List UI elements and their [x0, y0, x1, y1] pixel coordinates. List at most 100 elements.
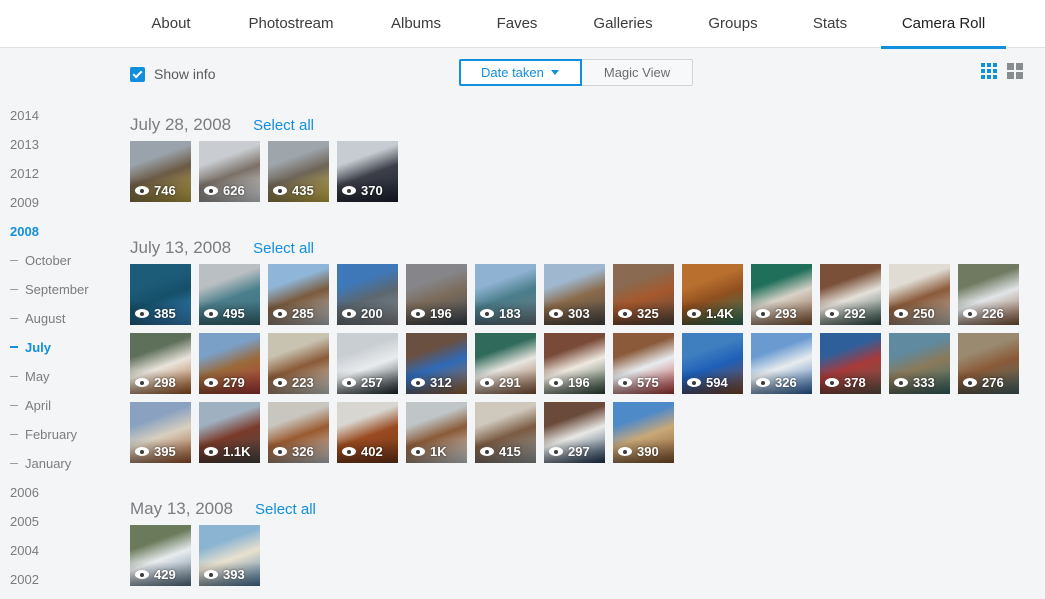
sidebar-year-2006[interactable]: 2006: [10, 483, 120, 512]
sidebar-item-label: 2009: [10, 195, 39, 210]
photo-thumbnail[interactable]: 298: [130, 333, 191, 394]
sidebar-year-2012[interactable]: 2012: [10, 164, 120, 193]
view-count: 325: [618, 306, 659, 321]
photo-thumbnail[interactable]: 303: [544, 264, 605, 325]
show-info-checkbox[interactable]: [130, 66, 145, 82]
large-grid-icon[interactable]: [1007, 63, 1023, 79]
view-count: 257: [342, 375, 383, 390]
view-count: 594: [687, 375, 728, 390]
sidebar-month-january[interactable]: January: [10, 454, 120, 483]
eye-icon: [135, 309, 149, 318]
photo-thumbnail[interactable]: 200: [337, 264, 398, 325]
sidebar-year-2002[interactable]: 2002: [10, 570, 120, 599]
select-all-link[interactable]: Select all: [253, 117, 314, 134]
select-all-link[interactable]: Select all: [255, 501, 316, 518]
photo-thumbnail[interactable]: 291: [475, 333, 536, 394]
photo-thumbnail[interactable]: 378: [820, 333, 881, 394]
sidebar-year-2008[interactable]: 2008: [10, 222, 120, 251]
sidebar-year-2009[interactable]: 2009: [10, 193, 120, 222]
sidebar-month-october[interactable]: October: [10, 251, 120, 280]
photo-thumbnail[interactable]: 312: [406, 333, 467, 394]
tab-photostream[interactable]: Photostream: [234, 0, 348, 48]
magic-view-button[interactable]: Magic View: [582, 59, 693, 86]
sidebar-item-label: 2013: [10, 137, 39, 152]
section-date: July 28, 2008: [130, 115, 232, 134]
photo-thumbnail[interactable]: 495: [199, 264, 260, 325]
sidebar-month-may[interactable]: May: [10, 367, 120, 396]
sidebar-item-label: 2004: [10, 543, 39, 558]
photo-thumbnail[interactable]: 594: [682, 333, 743, 394]
photo-thumbnail[interactable]: 183: [475, 264, 536, 325]
photo-thumbnail[interactable]: 293: [751, 264, 812, 325]
dash-icon: [10, 346, 18, 348]
tab-stats[interactable]: Stats: [800, 0, 860, 48]
photo-thumbnail[interactable]: 326: [268, 402, 329, 463]
photo-thumbnail[interactable]: 326: [751, 333, 812, 394]
view-count: 196: [549, 375, 590, 390]
photo-thumbnail[interactable]: 279: [199, 333, 260, 394]
eye-icon: [204, 186, 218, 195]
photo-thumbnail[interactable]: 196: [406, 264, 467, 325]
view-count: 370: [342, 183, 383, 198]
small-grid-icon[interactable]: [981, 63, 997, 79]
sidebar-month-april[interactable]: April: [10, 396, 120, 425]
eye-icon: [273, 186, 287, 195]
photo-thumbnail[interactable]: 746: [130, 141, 191, 202]
photo-thumbnail[interactable]: 325: [613, 264, 674, 325]
photo-thumbnail[interactable]: 1.1K: [199, 402, 260, 463]
select-all-link[interactable]: Select all: [253, 240, 314, 257]
sidebar-month-september[interactable]: September: [10, 280, 120, 309]
photo-thumbnail[interactable]: 415: [475, 402, 536, 463]
photo-thumbnail[interactable]: 250: [889, 264, 950, 325]
photo-thumbnail[interactable]: 223: [268, 333, 329, 394]
tab-camera-roll[interactable]: Camera Roll: [881, 0, 1006, 49]
photo-thumbnail[interactable]: 575: [613, 333, 674, 394]
sidebar-year-2014[interactable]: 2014: [10, 106, 120, 135]
date-taken-button[interactable]: Date taken: [459, 59, 582, 86]
sidebar-month-august[interactable]: August: [10, 309, 120, 338]
eye-icon: [825, 378, 839, 387]
view-count-value: 226: [982, 306, 1004, 321]
photo-thumbnail[interactable]: 390: [613, 402, 674, 463]
sidebar-year-2004[interactable]: 2004: [10, 541, 120, 570]
photo-thumbnail[interactable]: 257: [337, 333, 398, 394]
photo-thumbnail[interactable]: 1K: [406, 402, 467, 463]
date-sidebar: 2014 2013 2012 2009 2008 October September Augu…: [10, 106, 120, 599]
photo-thumbnail[interactable]: 1.4K: [682, 264, 743, 325]
photo-thumbnail[interactable]: 333: [889, 333, 950, 394]
sidebar-item-label: July: [25, 340, 52, 355]
eye-icon: [756, 378, 770, 387]
photo-thumbnail[interactable]: 429: [130, 525, 191, 586]
view-count-value: 325: [637, 306, 659, 321]
sidebar-month-february[interactable]: February: [10, 425, 120, 454]
photo-thumbnail[interactable]: 285: [268, 264, 329, 325]
photo-thumbnail[interactable]: 626: [199, 141, 260, 202]
sidebar-year-2013[interactable]: 2013: [10, 135, 120, 164]
photo-thumbnail[interactable]: 196: [544, 333, 605, 394]
sidebar-month-july[interactable]: July: [10, 338, 120, 367]
photo-thumbnail[interactable]: 435: [268, 141, 329, 202]
view-count-value: 200: [361, 306, 383, 321]
photo-thumbnail[interactable]: 297: [544, 402, 605, 463]
tab-albums[interactable]: Albums: [377, 0, 455, 48]
eye-icon: [825, 309, 839, 318]
photo-thumbnail[interactable]: 385: [130, 264, 191, 325]
tab-about[interactable]: About: [130, 0, 212, 48]
photo-thumbnail[interactable]: 276: [958, 333, 1019, 394]
photo-thumbnail[interactable]: 370: [337, 141, 398, 202]
tab-galleries[interactable]: Galleries: [578, 0, 668, 48]
photo-thumbnail[interactable]: 402: [337, 402, 398, 463]
sidebar-year-2005[interactable]: 2005: [10, 512, 120, 541]
section-header: July 13, 2008 Select all: [130, 238, 1030, 260]
tab-faves[interactable]: Faves: [484, 0, 550, 48]
dash-icon: [10, 260, 18, 261]
view-count-value: 279: [223, 375, 245, 390]
show-info-toggle[interactable]: Show info: [130, 66, 215, 82]
photo-thumbnail[interactable]: 226: [958, 264, 1019, 325]
photo-thumbnail[interactable]: 395: [130, 402, 191, 463]
view-count: 495: [204, 306, 245, 321]
photo-thumbnail[interactable]: 292: [820, 264, 881, 325]
photo-thumbnail[interactable]: 393: [199, 525, 260, 586]
view-count-value: 297: [568, 444, 590, 459]
tab-groups[interactable]: Groups: [694, 0, 772, 48]
